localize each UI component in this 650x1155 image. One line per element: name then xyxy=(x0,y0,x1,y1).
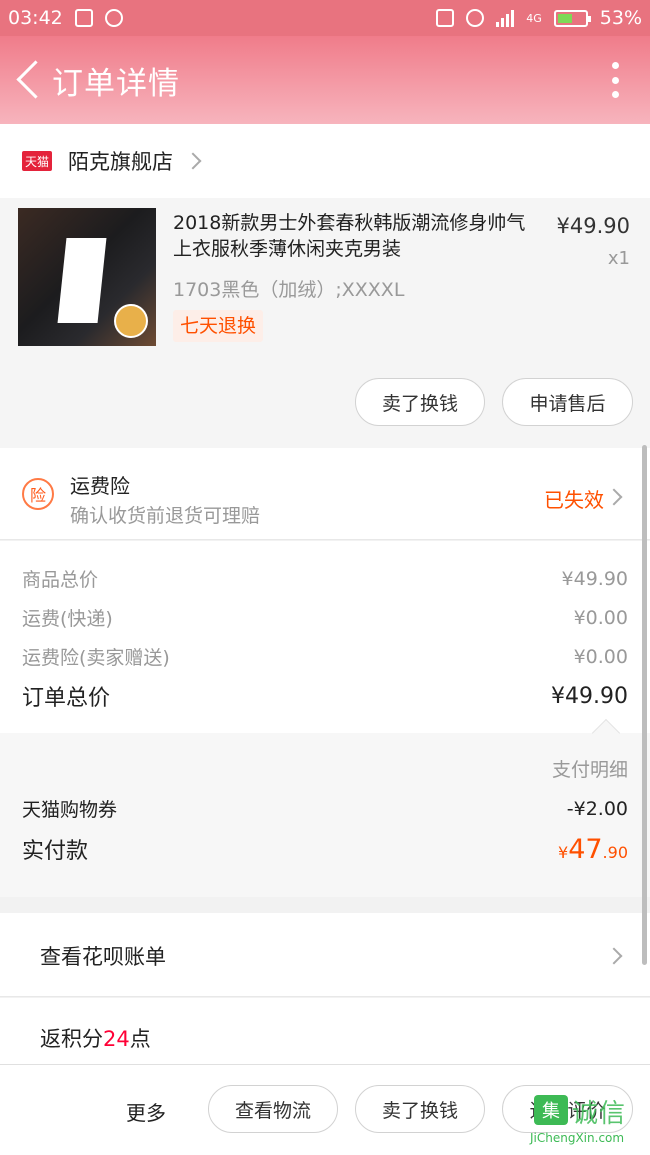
points-label: 返积分24点 xyxy=(40,1023,151,1053)
actual-payment-row: 实付款 ¥47.90 xyxy=(22,833,628,865)
currency-symbol: ¥ xyxy=(558,842,569,862)
product-quantity: x1 xyxy=(607,248,630,269)
watermark-icon: 集 xyxy=(534,1095,568,1125)
order-total-value: ¥49.90 xyxy=(551,683,628,709)
order-total-row: 订单总价 ¥49.90 xyxy=(22,680,628,712)
scrollbar[interactable] xyxy=(642,445,647,965)
points-suffix: 点 xyxy=(129,1027,151,1051)
huabei-bill-row[interactable]: 查看花呗账单 xyxy=(0,913,650,997)
coupon-label: 天猫购物券 xyxy=(22,799,118,821)
insurance-subtitle: 确认收货前退货可理赔 xyxy=(70,505,261,527)
watermark-text: 诚信 xyxy=(572,1099,627,1129)
shop-name: 陌克旗舰店 xyxy=(68,150,173,174)
return-policy-tag: 七天退换 xyxy=(173,310,264,342)
battery-percent: 53% xyxy=(599,7,642,29)
resell-button[interactable]: 卖了换钱 xyxy=(355,378,485,426)
status-time: 03:42 xyxy=(8,7,63,29)
cost-label: 运费险(卖家赠送) xyxy=(22,647,170,669)
actual-payment-value: ¥47.90 xyxy=(558,834,628,865)
chevron-right-icon xyxy=(605,488,623,506)
after-sale-button[interactable]: 申请售后 xyxy=(502,378,633,426)
resell-button[interactable]: 卖了换钱 xyxy=(355,1085,485,1133)
alarm-icon xyxy=(466,9,485,27)
more-button[interactable]: 更多 xyxy=(126,1097,166,1126)
cost-value: ¥0.00 xyxy=(573,645,628,668)
chevron-right-icon xyxy=(184,152,202,170)
watermark-url: JiChengXin.com xyxy=(530,1131,625,1145)
insurance-status: 已失效 xyxy=(544,488,604,512)
vibrate-icon xyxy=(436,9,455,27)
cost-label: 运费(快递) xyxy=(22,608,113,630)
product-image[interactable] xyxy=(18,208,156,346)
product-price: ¥49.90 xyxy=(556,214,630,238)
cost-breakdown: 商品总价 ¥49.90 运费(快递) ¥0.00 运费险(卖家赠送) ¥0.00… xyxy=(0,541,650,733)
insurance-title: 运费险 xyxy=(70,474,130,498)
battery-icon xyxy=(553,9,591,27)
insurance-icon: 险 xyxy=(22,478,54,510)
points-row: 返积分24点 xyxy=(0,998,650,1064)
headset-icon xyxy=(104,9,123,27)
battery-fill xyxy=(557,13,572,23)
coupon-value: -¥2.00 xyxy=(566,797,628,820)
product-name[interactable]: 2018新款男士外套春秋韩版潮流修身帅气上衣服秋季薄休闲夹克男装 xyxy=(173,210,533,262)
gallery-icon xyxy=(74,9,93,27)
order-item: 2018新款男士外套春秋韩版潮流修身帅气上衣服秋季薄休闲夹克男装 ¥49.90 … xyxy=(0,198,650,448)
app-header: 订单详情 xyxy=(0,36,650,124)
network-type: 4G xyxy=(526,11,542,25)
shop-row[interactable]: 天猫 陌克旗舰店 xyxy=(0,124,650,198)
cost-row: 运费(快递) ¥0.00 xyxy=(22,604,628,631)
chevron-right-icon xyxy=(605,947,623,965)
back-icon[interactable] xyxy=(8,50,52,110)
view-logistics-button[interactable]: 查看物流 xyxy=(208,1085,338,1133)
more-options-icon[interactable] xyxy=(610,62,620,98)
cost-value: ¥49.90 xyxy=(561,567,628,590)
cost-row: 运费险(卖家赠送) ¥0.00 xyxy=(22,643,628,670)
cost-row: 商品总价 ¥49.90 xyxy=(22,565,628,592)
amount-decimal: .90 xyxy=(602,842,628,862)
signal-icon xyxy=(496,9,515,27)
product-sku: 1703黑色（加绒）;XXXXL xyxy=(173,279,405,301)
points-number: 24 xyxy=(103,1027,130,1051)
watermark-logo: 集 诚信 JiChengXin.com xyxy=(526,1091,644,1149)
shipping-insurance-row[interactable]: 险 运费险 确认收货前退货可理赔 已失效 xyxy=(0,448,650,540)
points-prefix: 返积分 xyxy=(40,1027,103,1051)
payment-detail-label: 支付明细 xyxy=(551,759,628,781)
order-total-label: 订单总价 xyxy=(22,686,111,711)
actual-payment-label: 实付款 xyxy=(22,839,89,864)
tmall-icon: 天猫 xyxy=(22,151,52,171)
coupon-row: 天猫购物券 -¥2.00 xyxy=(22,795,628,822)
amount-integer: 47 xyxy=(568,833,603,865)
cost-value: ¥0.00 xyxy=(573,606,628,629)
cost-label: 商品总价 xyxy=(22,569,99,591)
payment-detail: 支付明细 天猫购物券 -¥2.00 实付款 ¥47.90 xyxy=(0,718,650,897)
status-bar: 03:42 4G 53% xyxy=(0,0,650,36)
page-title: 订单详情 xyxy=(52,65,180,102)
huabei-label: 查看花呗账单 xyxy=(40,945,166,969)
